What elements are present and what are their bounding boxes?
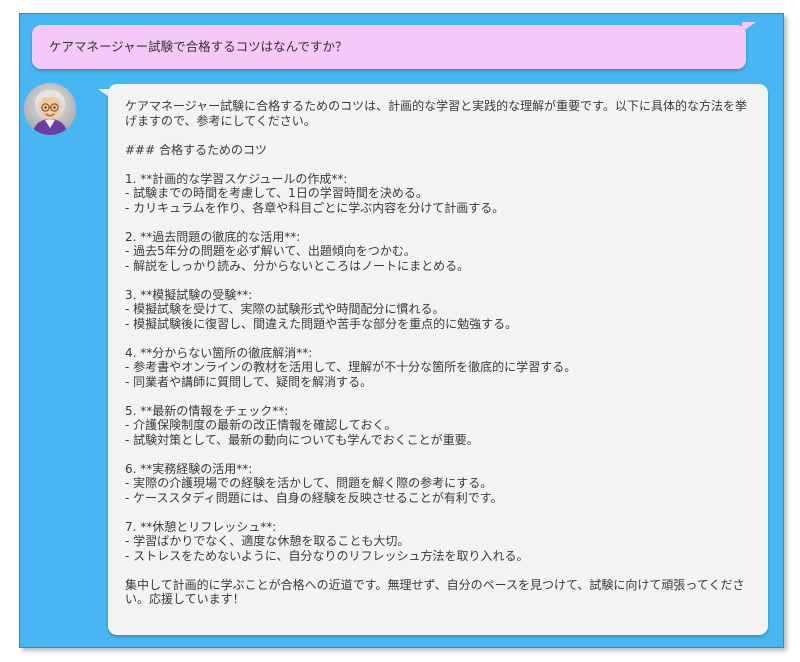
assistant-message-text: ケアマネージャー試験に合格するためのコツは、計画的な学習と実践的な理解が重要です… bbox=[125, 99, 747, 606]
assistant-avatar-icon bbox=[24, 83, 76, 135]
elderly-woman-avatar-icon bbox=[24, 83, 76, 135]
chat-window: ケアマネージャー試験で合格するコツはなんですか？ ケアマネージャー試験に合格する… bbox=[19, 13, 784, 648]
user-message-bubble: ケアマネージャー試験で合格するコツはなんですか？ bbox=[32, 25, 746, 69]
user-message-text: ケアマネージャー試験で合格するコツはなんですか？ bbox=[49, 39, 348, 54]
assistant-message-bubble: ケアマネージャー試験に合格するためのコツは、計画的な学習と実践的な理解が重要です… bbox=[108, 84, 768, 635]
